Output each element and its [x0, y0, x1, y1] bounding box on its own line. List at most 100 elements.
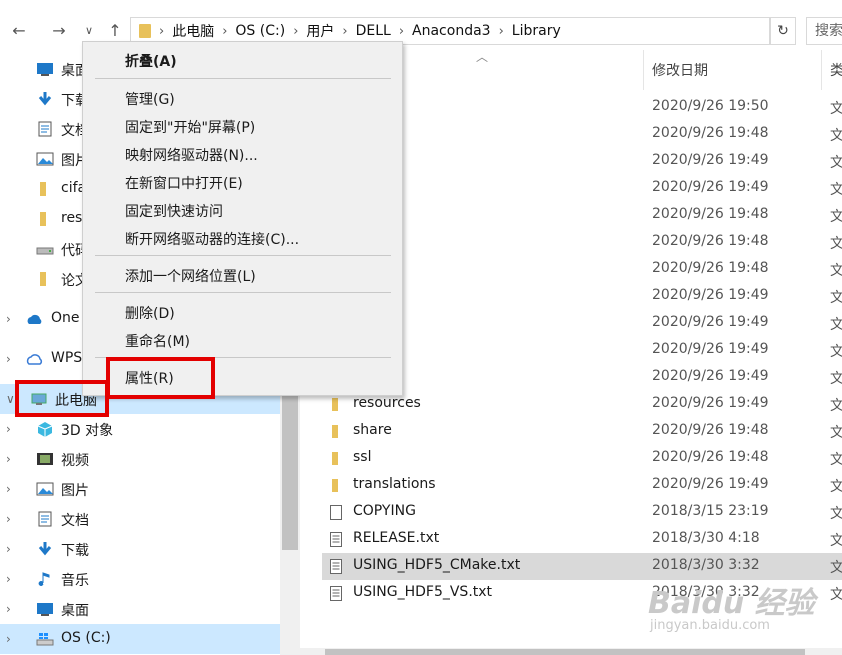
- text-file-icon: [330, 532, 342, 547]
- onedrive-icon: [26, 311, 42, 325]
- file-row[interactable]: share 2020/9/26 19:48 文: [322, 418, 842, 445]
- back-arrow-icon[interactable]: ←: [8, 20, 30, 42]
- nav-item[interactable]: › 视频: [0, 444, 280, 474]
- file-name: resources: [353, 395, 421, 411]
- file-type: 文: [830, 236, 842, 252]
- nav-item-label: 桌面: [61, 603, 89, 619]
- forward-arrow-icon[interactable]: →: [48, 20, 70, 42]
- chevron-right-icon[interactable]: ›: [6, 572, 16, 586]
- highlight-box-properties: [106, 357, 215, 399]
- nav-item-label: 音乐: [61, 573, 89, 589]
- file-name: COPYING: [353, 503, 416, 519]
- menu-item-rename[interactable]: 重命名(M): [125, 331, 190, 351]
- menu-item-delete[interactable]: 删除(D): [125, 303, 175, 323]
- text-file-icon: [330, 559, 342, 574]
- chevron-right-icon[interactable]: ›: [6, 482, 16, 496]
- file-modified-date: 2020/9/26 19:48: [652, 422, 769, 438]
- menu-item-add-network-location[interactable]: 添加一个网络位置(L): [125, 266, 256, 286]
- file-row[interactable]: RELEASE.txt 2018/3/30 4:18 文: [322, 526, 842, 553]
- watermark-logo: Baidu 经验: [648, 586, 815, 621]
- chevron-right-icon[interactable]: ›: [6, 352, 16, 366]
- nav-item[interactable]: › 文档: [0, 504, 280, 534]
- nav-item[interactable]: › 图片: [0, 474, 280, 504]
- chevron-right-icon[interactable]: ›: [6, 422, 16, 436]
- file-modified-date: 2020/9/26 19:48: [652, 125, 769, 141]
- menu-item-open-new-window[interactable]: 在新窗口中打开(E): [125, 173, 243, 193]
- menu-item-manage[interactable]: 管理(G): [125, 89, 175, 109]
- breadcrumb-item[interactable]: Library: [512, 23, 561, 39]
- breadcrumb-item[interactable]: 此电脑: [172, 21, 214, 41]
- folder-icon: [332, 398, 338, 411]
- highlight-box-this-pc: [15, 380, 109, 417]
- menu-item-map-network-drive[interactable]: 映射网络驱动器(N)...: [125, 145, 258, 165]
- file-type: 文: [830, 371, 842, 387]
- column-header-type[interactable]: 类: [830, 60, 842, 80]
- music-icon: [36, 571, 52, 586]
- breadcrumb-separator-icon[interactable]: ›: [159, 24, 164, 39]
- breadcrumb-item[interactable]: DELL: [356, 23, 391, 39]
- menu-separator: [95, 292, 391, 293]
- file-name: ssl: [353, 449, 372, 465]
- folder-icon: [332, 479, 338, 492]
- nav-item[interactable]: › 下载: [0, 534, 280, 564]
- menu-item-disconnect-drive[interactable]: 断开网络驱动器的连接(C)...: [125, 229, 299, 249]
- file-row[interactable]: USING_HDF5_CMake.txt 2018/3/30 3:32 文: [322, 553, 842, 580]
- menu-item-pin-quick-access[interactable]: 固定到快速访问: [125, 201, 223, 221]
- text-file-icon: [330, 586, 342, 601]
- breadcrumb-item[interactable]: 用户: [306, 21, 334, 41]
- chevron-right-icon[interactable]: ›: [6, 452, 16, 466]
- menu-item-pin-to-start[interactable]: 固定到"开始"屏幕(P): [125, 117, 255, 137]
- nav-item[interactable]: › 音乐: [0, 564, 280, 594]
- nav-item-label: WPS: [51, 350, 83, 366]
- file-modified-date: 2020/9/26 19:49: [652, 341, 769, 357]
- column-divider[interactable]: [821, 50, 822, 90]
- column-divider[interactable]: [643, 50, 644, 90]
- breadcrumb-item[interactable]: OS (C:): [235, 23, 285, 39]
- file-type: 文: [830, 479, 842, 495]
- refresh-icon[interactable]: ↻: [770, 17, 796, 45]
- file-type: 文: [830, 101, 842, 117]
- file-type: 文: [830, 128, 842, 144]
- nav-item[interactable]: › 桌面: [0, 594, 280, 624]
- file-row[interactable]: translations 2020/9/26 19:49 文: [322, 472, 842, 499]
- nav-scrollbar-thumb[interactable]: [282, 395, 298, 550]
- file-row[interactable]: COPYING 2018/3/15 23:19 文: [322, 499, 842, 526]
- horizontal-scrollbar-thumb[interactable]: [325, 649, 805, 655]
- breadcrumb-separator-icon[interactable]: ›: [293, 24, 298, 39]
- chevron-right-icon[interactable]: ›: [6, 512, 16, 526]
- column-header-date[interactable]: 修改日期: [652, 60, 708, 80]
- file-modified-date: 2020/9/26 19:49: [652, 476, 769, 492]
- chevron-right-icon[interactable]: ›: [6, 602, 16, 616]
- file-row[interactable]: ssl 2020/9/26 19:48 文: [322, 445, 842, 472]
- nav-item[interactable]: › OS (C:): [0, 624, 280, 654]
- file-name: share: [353, 422, 392, 438]
- file-type: 文: [830, 344, 842, 360]
- breadcrumb-item[interactable]: Anaconda3: [412, 23, 491, 39]
- file-modified-date: 2018/3/30 3:32: [652, 557, 760, 573]
- file-modified-date: 2020/9/26 19:48: [652, 449, 769, 465]
- folder-icon: [139, 24, 151, 38]
- nav-item-label: res: [61, 210, 83, 226]
- nav-item-label: 文档: [61, 513, 89, 529]
- nav-item[interactable]: › 3D 对象: [0, 414, 280, 444]
- chevron-right-icon[interactable]: ›: [6, 632, 16, 646]
- document-icon: [36, 121, 52, 137]
- breadcrumb-separator-icon[interactable]: ›: [342, 24, 347, 39]
- folder-icon: [332, 425, 338, 438]
- search-input[interactable]: 搜索: [806, 17, 842, 45]
- chevron-right-icon[interactable]: ›: [6, 542, 16, 556]
- file-modified-date: 2020/9/26 19:49: [652, 395, 769, 411]
- breadcrumb-separator-icon[interactable]: ›: [499, 24, 504, 39]
- folder-icon: [332, 452, 338, 465]
- chevron-right-icon[interactable]: ›: [6, 312, 16, 326]
- file-modified-date: 2020/9/26 19:48: [652, 233, 769, 249]
- breadcrumb-separator-icon[interactable]: ›: [222, 24, 227, 39]
- file-type: 文: [830, 263, 842, 279]
- nav-item-label: 视频: [61, 453, 89, 469]
- file-modified-date: 2020/9/26 19:49: [652, 287, 769, 303]
- menu-item-collapse[interactable]: 折叠(A): [125, 51, 177, 71]
- file-modified-date: 2018/3/15 23:19: [652, 503, 769, 519]
- breadcrumb-separator-icon[interactable]: ›: [399, 24, 404, 39]
- up-arrow-icon[interactable]: ↑: [104, 20, 126, 42]
- recent-locations-icon[interactable]: ∨: [78, 20, 100, 42]
